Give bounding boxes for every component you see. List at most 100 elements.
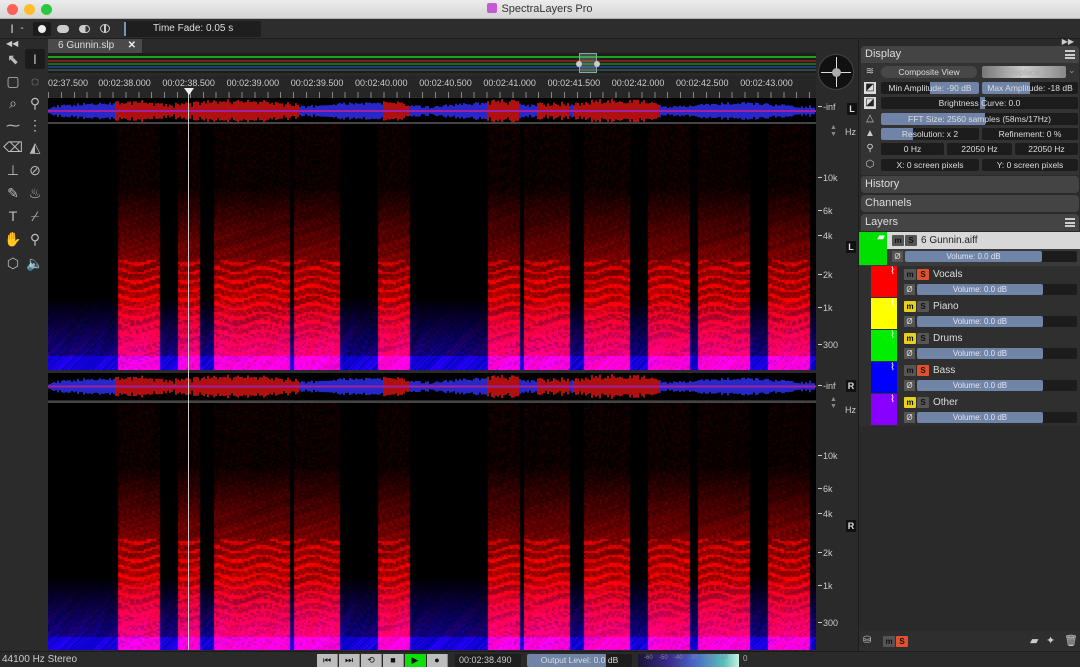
layer-row[interactable]: ⌇ m S Bass Ø Volume: 0.0 dB — [859, 362, 1080, 394]
output-level-slider[interactable]: Output Level: 0.0 dB — [527, 654, 632, 667]
mode-single-button[interactable] — [33, 22, 51, 36]
layer-mute-button[interactable]: m — [904, 333, 916, 344]
layer-solo-button[interactable]: S — [917, 269, 929, 280]
layer-mute-button[interactable]: m — [904, 269, 916, 280]
spectrogram-left[interactable] — [48, 124, 816, 370]
collapse-up-icon[interactable]: ▲ — [830, 124, 837, 131]
hand-tool-icon[interactable]: ✋ — [3, 229, 23, 249]
display-menu-icon[interactable] — [1065, 50, 1075, 59]
eyedropper-icon[interactable]: ⌿ — [25, 206, 45, 226]
layer-row[interactable]: ⌇ m S Piano Ø Volume: 0.0 dB — [859, 298, 1080, 330]
layer-solo-button[interactable]: S — [905, 235, 917, 246]
history-panel-header[interactable]: History — [861, 176, 1079, 193]
overview-handle-right[interactable] — [594, 61, 600, 67]
layer-solo-button[interactable]: S — [917, 333, 929, 344]
refinement-slider[interactable]: Refinement: 0 % — [982, 128, 1078, 140]
layer-color-swatch[interactable]: ⌇ — [871, 394, 897, 425]
collapse-right-icon[interactable]: ▶▶ — [1062, 37, 1074, 46]
collapse-up-icon[interactable]: ▲ — [830, 396, 837, 403]
fill-bucket-icon[interactable]: ⛁ — [863, 635, 874, 646]
channels-panel-header[interactable]: Channels — [861, 195, 1079, 212]
clone-stamp-icon[interactable]: ⊥ — [3, 160, 23, 180]
layer-row[interactable]: ⌇ m S Other Ø Volume: 0.0 dB — [859, 394, 1080, 426]
layer-color-swatch[interactable]: ⌇ — [871, 298, 897, 329]
layer-color-swatch[interactable]: ▰ — [859, 232, 887, 265]
layer-volume-slider[interactable]: Volume: 0.0 dB — [917, 284, 1077, 295]
lasso-tool-icon[interactable]: ◌ — [25, 71, 45, 91]
expand-down-icon[interactable]: ▼ — [830, 403, 837, 410]
layer-name[interactable]: Bass — [933, 365, 955, 377]
collapse-left-icon[interactable]: ◀◀ — [6, 39, 18, 48]
phase-invert-icon[interactable]: Ø — [892, 251, 903, 262]
x-pixels-field[interactable]: X: 0 screen pixels — [881, 159, 979, 171]
mode-intersect-button[interactable] — [96, 22, 114, 36]
time-selection-tool-icon[interactable]: I — [25, 49, 45, 69]
close-tab-icon[interactable]: ✕ — [128, 39, 136, 53]
spectrogram-right[interactable] — [48, 403, 816, 650]
trash-icon[interactable]: 🗑 — [1064, 634, 1078, 647]
layer-volume-slider[interactable]: Volume: 0.0 dB — [917, 348, 1077, 359]
phase-invert-icon[interactable]: Ø — [904, 348, 915, 359]
display-panel-header[interactable]: Display — [861, 46, 1079, 63]
layer-name[interactable]: 6 Gunnin.aiff — [921, 235, 978, 247]
fft-size-slider[interactable]: FFT Size: 2560 samples (58ms/17Hz) — [881, 113, 1078, 125]
text-tool-icon[interactable]: T — [3, 206, 23, 226]
magic-wand-icon[interactable]: ⚲ — [25, 93, 45, 113]
layer-name[interactable]: Drums — [933, 333, 962, 345]
layer-name[interactable]: Other — [933, 397, 958, 409]
min-amplitude-slider[interactable]: Min Amplitude: -90 dB — [881, 82, 979, 94]
transform-tool-icon[interactable]: ⬉ — [3, 49, 23, 69]
tool-dropdown[interactable]: - — [18, 22, 26, 36]
layer-color-swatch[interactable]: ⌇ — [871, 330, 897, 361]
brightness-curve-slider[interactable]: Brightness Curve: 0.0 — [881, 97, 1078, 109]
zoom-tool-icon[interactable]: ⚲ — [25, 229, 45, 249]
chevron-down-icon[interactable]: ⌄ — [1068, 65, 1076, 76]
layer-row[interactable]: ⌇ m S Vocals Ø Volume: 0.0 dB — [859, 266, 1080, 298]
layer-volume-slider[interactable]: Volume: 0.0 dB — [905, 251, 1077, 262]
spray-icon[interactable]: ♨ — [25, 183, 45, 203]
brush-select-icon[interactable]: ⌕ — [3, 93, 23, 113]
max-amplitude-slider[interactable]: Max Amplitude: -18 dB — [982, 82, 1078, 94]
phase-invert-icon[interactable]: Ø — [904, 316, 915, 327]
freq-min-field[interactable]: 0 Hz — [881, 143, 944, 155]
bandage-icon[interactable]: ⊘ — [25, 160, 45, 180]
freq-max-field[interactable]: 22050 Hz — [947, 143, 1012, 155]
navigation-puck[interactable] — [818, 54, 854, 90]
layer-row[interactable]: ⌇ m S Drums Ø Volume: 0.0 dB — [859, 330, 1080, 362]
blend-mode-select[interactable]: Replace — [982, 66, 1066, 78]
layer-mute-button[interactable]: m — [904, 365, 916, 376]
layer-volume-slider[interactable]: Volume: 0.0 dB — [917, 316, 1077, 327]
phase-invert-icon[interactable]: Ø — [904, 380, 915, 391]
overview-handle-left[interactable] — [576, 61, 582, 67]
phase-invert-icon[interactable]: Ø — [904, 284, 915, 295]
eraser-icon[interactable]: ⌫ — [3, 137, 23, 157]
layer-color-swatch[interactable]: ⌇ — [871, 266, 897, 297]
stop-button[interactable]: ■ — [383, 654, 404, 667]
new-folder-icon[interactable]: ▰ — [1030, 634, 1038, 647]
footer-solo-button[interactable]: S — [896, 636, 908, 647]
layer-volume-slider[interactable]: Volume: 0.0 dB — [917, 380, 1077, 391]
phase-invert-icon[interactable]: Ø — [904, 412, 915, 423]
time-select-tool-icon[interactable]: I — [8, 22, 16, 36]
layer-mute-button[interactable]: m — [904, 397, 916, 408]
expand-down-icon[interactable]: ▼ — [830, 131, 837, 138]
speaker-icon[interactable]: 🔈 — [25, 253, 45, 273]
mode-subtract-button[interactable] — [75, 22, 93, 36]
harmonic-select-icon[interactable]: ⁓ — [3, 115, 23, 135]
waveform-right[interactable] — [48, 373, 816, 400]
layer-solo-button[interactable]: S — [917, 301, 929, 312]
layer-solo-button[interactable]: S — [917, 397, 929, 408]
play-button[interactable]: ▶ — [405, 654, 426, 667]
loop-button[interactable]: ⟲ — [361, 654, 382, 667]
playhead-marker[interactable] — [184, 88, 194, 95]
navigation-center[interactable] — [832, 68, 841, 77]
composite-view-button[interactable]: Composite View — [881, 66, 977, 78]
file-tab[interactable]: 6 Gunnin.slp ✕ — [48, 39, 142, 53]
time-ruler[interactable]: 02:37.500 00:02:38.000 00:02:38.500 00:02:3… — [48, 76, 816, 98]
pencil-icon[interactable]: ✎ — [3, 183, 23, 203]
layer-name[interactable]: Vocals — [933, 269, 962, 281]
time-fade-field[interactable]: Time Fade: 0.05 s — [124, 21, 261, 37]
mode-add-button[interactable] — [54, 22, 72, 36]
new-layer-icon[interactable]: ✦ — [1046, 634, 1055, 647]
layer-solo-button[interactable]: S — [917, 365, 929, 376]
